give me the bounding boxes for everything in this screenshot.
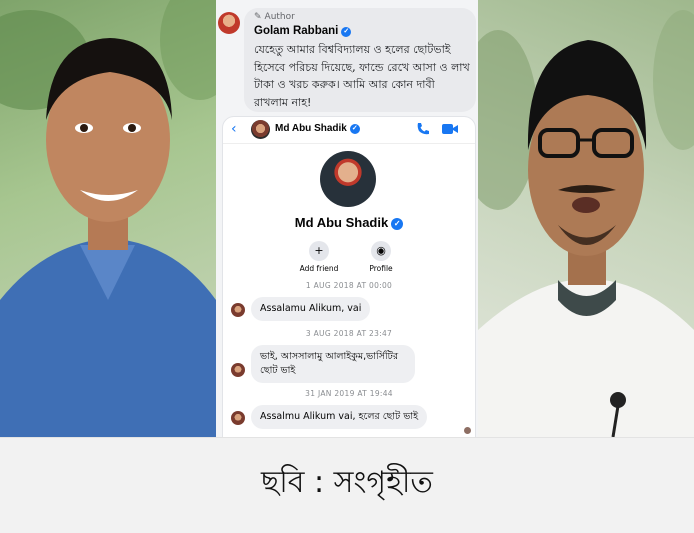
- author-badge: ✎ Author: [254, 12, 295, 22]
- message-bubble[interactable]: Assalamu Alikum, vai: [251, 297, 371, 321]
- messenger-screenshot: ‹ Md Abu Shadik ✓ Md Abu Shadik ✓ + Add fr…: [222, 116, 476, 437]
- facebook-screenshot: ✎ Author Golam Rabbani ✓ যেহেতু আমার বিশ্ব…: [216, 0, 478, 437]
- comment-text: যেহেতু আমার বিশ্ববিদ্যালয় ও হলের ছোটভাই…: [254, 43, 470, 109]
- profile-icon[interactable]: ◉: [371, 241, 391, 261]
- caption-bar: ছবি : সংগৃহীত: [0, 437, 694, 533]
- pencil-icon: ✎: [254, 12, 262, 22]
- phone-icon[interactable]: [415, 121, 431, 137]
- verified-badge-icon: ✓: [341, 27, 352, 37]
- messenger-header: ‹ Md Abu Shadik ✓: [223, 117, 475, 144]
- message-date: 1 AUG 2018 AT 00:00: [305, 281, 393, 290]
- profile-name: Md Abu Shadik ✓: [223, 215, 475, 230]
- sender-avatar: [231, 303, 245, 317]
- message-date: 31 JAN 2019 AT 19:44: [305, 389, 393, 398]
- profile-label[interactable]: Profile: [351, 264, 411, 273]
- comment-author[interactable]: Golam Rabbani ✓: [254, 25, 352, 37]
- image-caption: ছবি : সংগৃহীত: [261, 465, 433, 500]
- verified-badge-icon: ✓: [349, 124, 360, 134]
- message-bubble[interactable]: Assalmu Alikum vai, হলের ছোট ভাই: [251, 405, 428, 429]
- message-date: 3 AUG 2018 AT 23:47: [305, 329, 393, 338]
- comment-author-name[interactable]: Golam Rabbani: [254, 25, 338, 37]
- profile-name-text: Md Abu Shadik: [294, 215, 389, 230]
- add-friend-icon[interactable]: +: [309, 241, 329, 261]
- add-friend-label[interactable]: Add friend: [289, 264, 349, 273]
- left-portrait-photo: [0, 0, 216, 437]
- profile-photo[interactable]: [320, 151, 376, 207]
- profile-button[interactable]: ◉ Profile: [351, 241, 411, 273]
- comment-bubble: ✎ Author Golam Rabbani ✓ যেহেতু আমার বিশ্ব…: [244, 8, 476, 112]
- contact-avatar[interactable]: [251, 120, 270, 139]
- right-portrait-image: [478, 10, 694, 437]
- commenter-avatar[interactable]: [218, 12, 240, 34]
- contact-name-text[interactable]: Md Abu Shadik: [275, 123, 347, 134]
- sender-avatar: [231, 363, 245, 377]
- seen-indicator-avatar: [464, 427, 471, 434]
- photo-collage: ✎ Author Golam Rabbani ✓ যেহেতু আমার বিশ্ব…: [0, 0, 694, 437]
- message-bubble[interactable]: ভাই, আসসালামু আলাইকুম,ভার্সিটির ছোট ভাই: [251, 345, 415, 383]
- add-friend-button[interactable]: + Add friend: [289, 241, 349, 273]
- right-portrait-photo: [478, 0, 694, 437]
- sender-avatar: [231, 411, 245, 425]
- video-call-icon[interactable]: [441, 122, 459, 136]
- contact-name[interactable]: Md Abu Shadik ✓: [275, 123, 360, 134]
- back-arrow-icon[interactable]: ‹: [231, 121, 237, 137]
- left-portrait-image: [0, 0, 216, 437]
- author-badge-label: Author: [264, 12, 295, 22]
- verified-badge-icon: ✓: [391, 218, 404, 230]
